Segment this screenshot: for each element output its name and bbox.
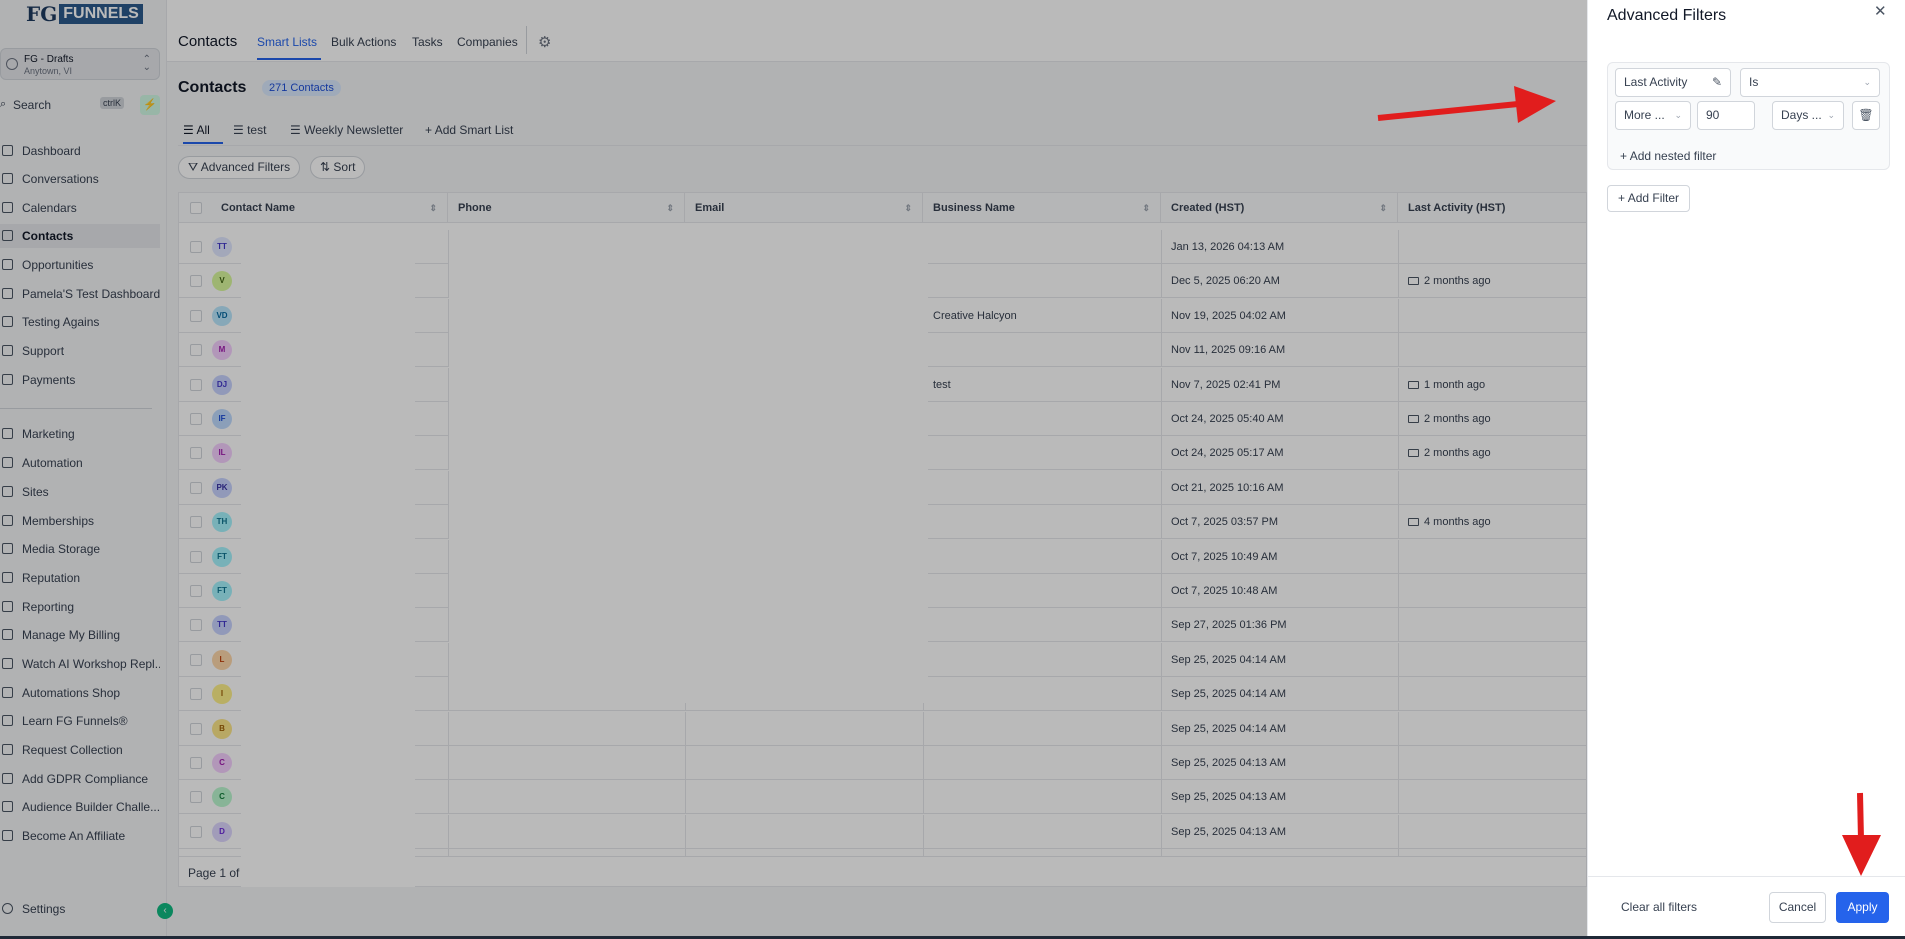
add-filter-button[interactable]: + Add Filter bbox=[1607, 185, 1691, 212]
plus-icon: + bbox=[1620, 149, 1630, 163]
pencil-icon[interactable]: ✎ bbox=[1712, 69, 1722, 96]
add-nested-filter-button[interactable]: + Add nested filter bbox=[1620, 149, 1716, 163]
modal-backdrop[interactable] bbox=[0, 0, 1587, 939]
chevron-down-icon: ⌄ bbox=[1827, 110, 1835, 120]
filter-unit-select[interactable]: Days ... ⌄ bbox=[1772, 101, 1844, 130]
drawer-footer: Clear all filters Cancel Apply bbox=[1588, 876, 1905, 936]
chevron-down-icon: ⌄ bbox=[1863, 77, 1871, 87]
filter-value-input[interactable]: 90 bbox=[1697, 101, 1755, 130]
filter-group: Last Activity ✎ Is ⌄ More ... ⌄ 90 Days ...… bbox=[1607, 62, 1890, 170]
drawer-title: Advanced Filters bbox=[1607, 7, 1727, 24]
trash-icon: 🗑 bbox=[1858, 108, 1874, 122]
chevron-down-icon: ⌄ bbox=[1674, 110, 1682, 120]
cancel-button[interactable]: Cancel bbox=[1769, 892, 1826, 923]
advanced-filters-drawer: Advanced Filters ✕ Last Activity ✎ Is ⌄ Mo… bbox=[1587, 0, 1905, 936]
clear-all-filters-button[interactable]: Clear all filters bbox=[1621, 900, 1697, 914]
filter-field-select[interactable]: Last Activity ✎ bbox=[1615, 68, 1731, 97]
delete-filter-button[interactable]: 🗑 bbox=[1852, 101, 1880, 130]
close-icon[interactable]: ✕ bbox=[1874, 2, 1887, 20]
plus-icon: + bbox=[1618, 191, 1628, 205]
filter-operator-select[interactable]: Is ⌄ bbox=[1740, 68, 1880, 97]
apply-button[interactable]: Apply bbox=[1836, 892, 1889, 923]
filter-condition-select[interactable]: More ... ⌄ bbox=[1615, 101, 1691, 130]
